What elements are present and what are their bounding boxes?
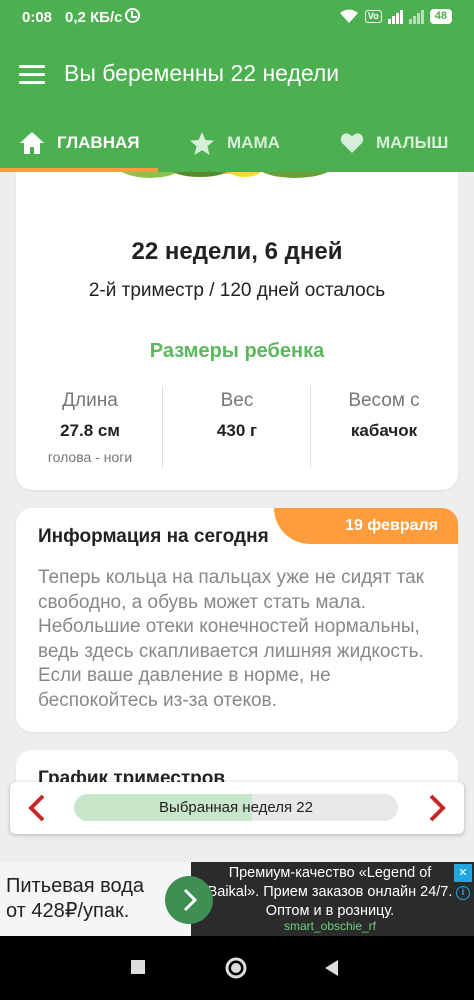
stat-comparison-value: кабачок xyxy=(350,421,418,440)
baby-size-header: Размеры ребенка xyxy=(149,340,325,362)
tab-mama-label: МАМА xyxy=(227,133,280,152)
home-icon xyxy=(20,132,44,154)
info-text: Теперь кольца на пальцах уже не сидят та… xyxy=(38,567,424,711)
heart-icon xyxy=(340,133,364,153)
status-bar: 0:08 0,2 КБ/с Vo 48 xyxy=(0,0,474,36)
hamburger-menu-icon[interactable] xyxy=(19,65,45,85)
tab-bar: ГЛАВНАЯ МАМА МАЛЫШ xyxy=(0,114,474,172)
week-card: 22 недели, 6 дней 2-й триместр / 120 дне… xyxy=(16,172,458,490)
week-title: 22 недели, 6 дней xyxy=(131,238,343,265)
status-time: 0:08 xyxy=(22,9,53,26)
stat-length-value: 27.8 см xyxy=(60,421,120,440)
system-nav-bar xyxy=(0,936,474,1000)
app-bar: Вы беременны 22 недели xyxy=(0,36,474,114)
page-title: Вы беременны 22 недели xyxy=(64,60,340,86)
trimester-info: 2-й триместр / 120 дней осталось xyxy=(88,280,386,301)
tab-baby-label: МАЛЫШ xyxy=(376,133,449,152)
chevron-right-icon[interactable] xyxy=(420,792,452,824)
battery-indicator: 48 xyxy=(429,8,452,24)
ad-go-button[interactable] xyxy=(165,876,213,924)
chevron-left-icon[interactable] xyxy=(22,792,54,824)
back-icon[interactable] xyxy=(322,958,342,978)
star-icon xyxy=(190,131,214,155)
recents-icon[interactable] xyxy=(129,958,147,976)
stat-comparison-label: Весом с xyxy=(348,390,420,411)
selected-week-label: Выбранная неделя 22 xyxy=(159,799,313,816)
stat-weight-value: 430 г xyxy=(216,421,258,440)
info-title: Информация на сегодня xyxy=(38,526,269,547)
stat-weight: Вес 430 г xyxy=(163,390,311,441)
date-badge: 19 февраля xyxy=(274,508,458,544)
volte-icon: Vo xyxy=(364,9,382,23)
status-network-speed: 0,2 КБ/с xyxy=(65,9,123,26)
ad-right-panel[interactable]: Премиум-качество «Legend of Baikal». При… xyxy=(191,862,474,936)
home-button-icon[interactable] xyxy=(224,956,248,980)
alarm-icon xyxy=(125,8,140,23)
ad-close-icon[interactable]: ✕ xyxy=(454,864,472,882)
stat-comparison: Весом с кабачок xyxy=(310,390,458,441)
ad-description: Премиум-качество «Legend of Baikal». При… xyxy=(207,865,453,919)
stat-weight-label: Вес xyxy=(220,390,254,411)
tab-home-label: ГЛАВНАЯ xyxy=(57,133,140,152)
tab-home[interactable]: ГЛАВНАЯ xyxy=(19,114,139,172)
ad-source: smart_obschie_rf xyxy=(283,919,377,933)
tab-baby[interactable]: МАЛЫШ xyxy=(340,114,448,172)
ad-info-icon[interactable]: i xyxy=(456,886,470,900)
tab-mama[interactable]: МАМА xyxy=(189,114,280,172)
stat-length-label: Длина xyxy=(62,390,118,411)
ad-banner[interactable]: Питьевая вода от 428₽/упак. Премиум-каче… xyxy=(0,862,474,936)
zucchini-image xyxy=(122,172,328,178)
wifi-icon xyxy=(339,9,358,23)
chevron-right-icon xyxy=(183,888,198,912)
stat-length: Длина 27.8 см голова - ноги xyxy=(16,390,164,465)
stat-length-sub: голова - ноги xyxy=(47,449,133,465)
info-card: 19 февраля Информация на сегодня Теперь … xyxy=(16,508,458,732)
week-progress-track[interactable]: Выбранная неделя 22 xyxy=(74,794,398,821)
signal-icon-2 xyxy=(408,8,424,24)
week-selector: Выбранная неделя 22 xyxy=(10,782,464,834)
signal-icon xyxy=(387,8,403,24)
ad-headline: Питьевая вода от 428₽/упак. xyxy=(6,875,145,922)
